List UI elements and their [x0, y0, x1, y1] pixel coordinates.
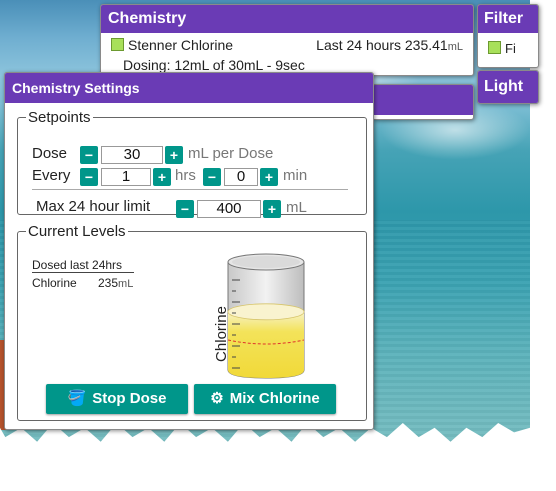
chemistry-panel: Chemistry Stenner Chlorine Last 24 hours…: [100, 4, 474, 76]
current-levels-legend: Current Levels: [28, 223, 126, 240]
beaker-gauge: Chlorine: [213, 253, 305, 379]
hrs-increment-button[interactable]: +: [153, 168, 171, 186]
dosing-status: Dosing: 12mL of 30mL - 9sec: [123, 57, 305, 73]
min-unit: min: [283, 167, 308, 184]
hrs-input[interactable]: [101, 168, 151, 186]
dosed-header: Dosed last 24hrs: [32, 258, 134, 273]
chem-name: Chlorine: [32, 276, 77, 290]
chemistry-settings-dialog: Chemistry Settings Setpoints Dose − + mL…: [4, 72, 374, 430]
min-input[interactable]: [224, 168, 258, 186]
lights-panel-title[interactable]: Light: [478, 71, 538, 103]
max-decrement-button[interactable]: −: [176, 200, 194, 218]
min-increment-button[interactable]: +: [260, 168, 278, 186]
chemistry-item-name: Stenner Chlorine: [128, 37, 234, 53]
chemistry-panel-title[interactable]: Chemistry: [101, 5, 473, 33]
max-limit-unit: mL: [286, 199, 307, 216]
hrs-decrement-button[interactable]: −: [80, 168, 98, 186]
min-decrement-button[interactable]: −: [203, 168, 221, 186]
lights-panel: Light: [477, 70, 539, 104]
filter-panel-title[interactable]: Filter: [478, 5, 538, 33]
stop-dose-button[interactable]: 🪣 Stop Dose: [46, 384, 188, 414]
paint-bucket-icon: 🪣: [67, 390, 87, 407]
chem-dosed-value: 235mL: [98, 276, 134, 290]
hrs-unit: hrs: [175, 167, 196, 184]
max-limit-input[interactable]: [197, 200, 261, 218]
max-limit-label: Max 24 hour limit: [36, 198, 151, 215]
filter-panel: Filter Fi: [477, 4, 539, 68]
status-indicator-icon: [488, 41, 501, 54]
setpoints-divider: [32, 189, 348, 190]
last24-readout: Last 24 hours 235.41mL: [316, 37, 463, 53]
mix-chlorine-button[interactable]: ⚙ Mix Chlorine: [194, 384, 336, 414]
mixer-icon: ⚙: [210, 390, 224, 407]
setpoints-legend: Setpoints: [28, 109, 91, 126]
dose-increment-button[interactable]: +: [165, 146, 183, 164]
beaker-label: Chlorine: [213, 306, 230, 362]
chemistry-item-row[interactable]: Stenner Chlorine Last 24 hours 235.41mL: [111, 37, 469, 55]
dialog-title[interactable]: Chemistry Settings: [5, 73, 373, 103]
current-levels-group: Current Levels Dosed last 24hrs Chlorine…: [17, 223, 367, 421]
background-panel-strip: [372, 84, 474, 120]
dose-unit: mL per Dose: [188, 145, 274, 162]
dose-decrement-button[interactable]: −: [80, 146, 98, 164]
every-label: Every: [32, 167, 71, 184]
max-increment-button[interactable]: +: [263, 200, 281, 218]
status-indicator-icon: [111, 38, 124, 51]
liquid-surface: [227, 303, 305, 321]
dose-label: Dose: [32, 145, 68, 162]
filter-item-row[interactable]: Fi: [488, 41, 516, 56]
dose-input[interactable]: [101, 146, 163, 164]
setpoints-group: Setpoints Dose − + mL per Dose Every − +…: [17, 109, 367, 218]
